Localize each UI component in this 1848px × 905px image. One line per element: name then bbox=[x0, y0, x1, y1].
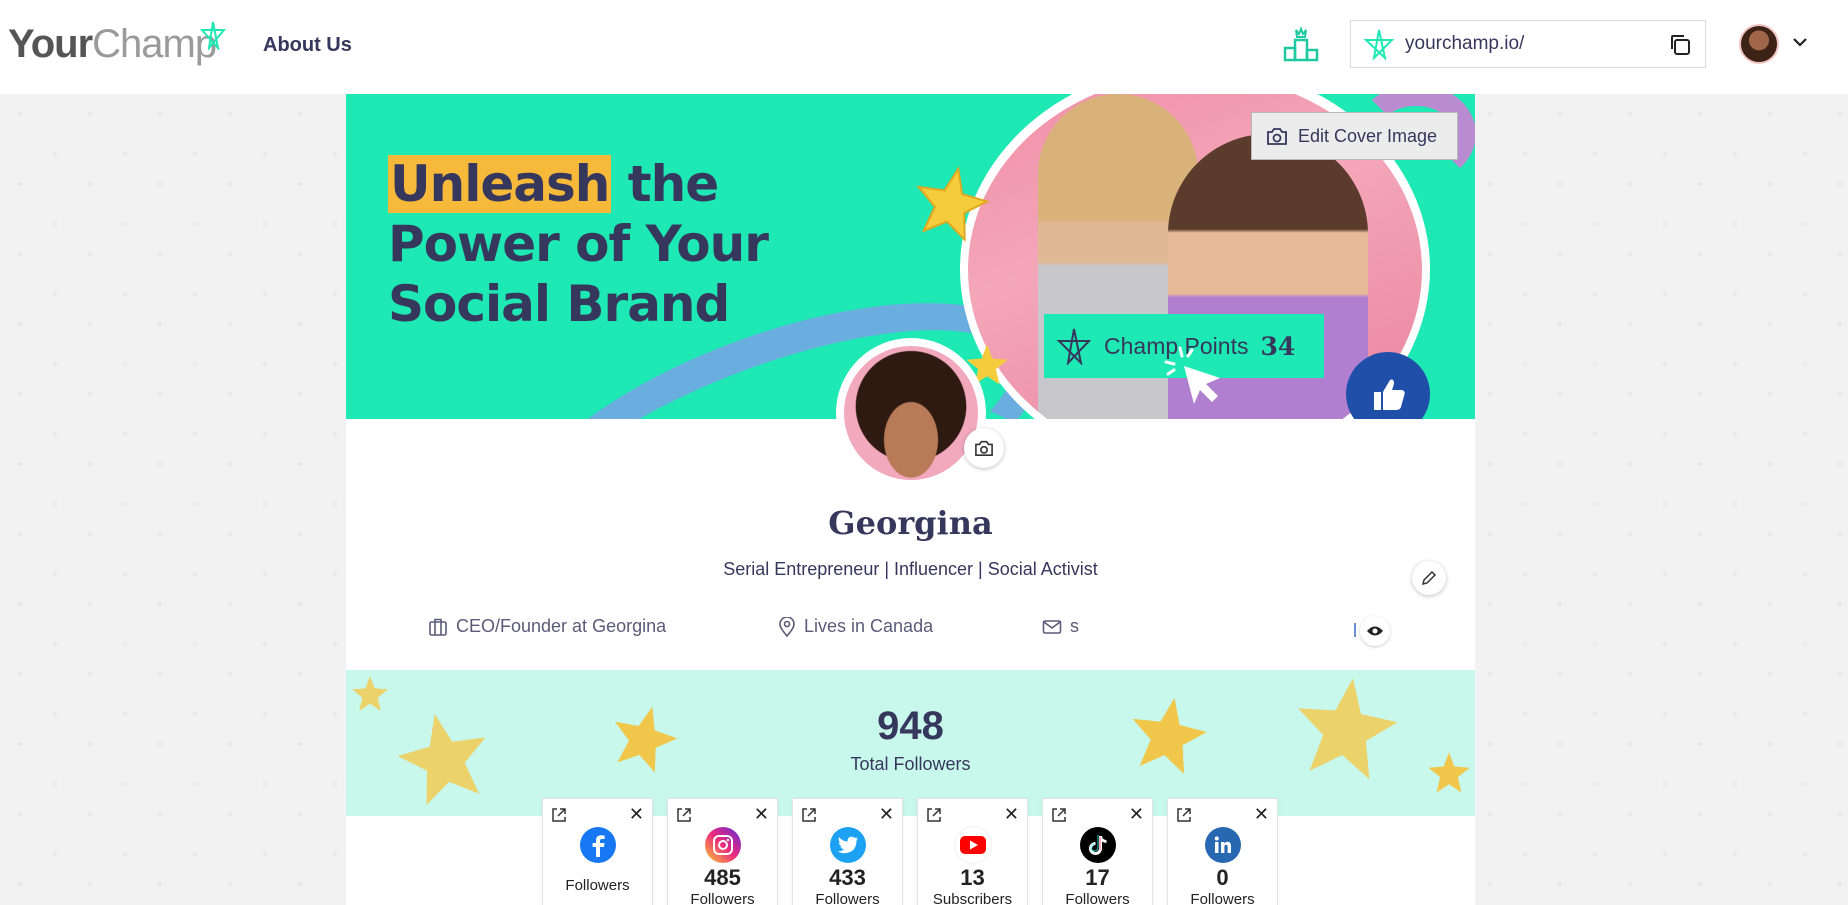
linkedin-label: Followers bbox=[1190, 891, 1255, 905]
tiktok-count: 17 bbox=[1085, 865, 1110, 890]
profile-location: Lives in Canada bbox=[778, 616, 933, 637]
champ-star-icon bbox=[1056, 328, 1092, 365]
user-avatar[interactable] bbox=[1739, 24, 1779, 64]
profile-email: s bbox=[1042, 616, 1079, 637]
open-external-icon[interactable] bbox=[926, 807, 942, 823]
edit-profile-pencil-icon[interactable] bbox=[1412, 561, 1446, 595]
youtube-label: Subscribers bbox=[932, 891, 1013, 905]
facebook-label: Followers bbox=[565, 877, 630, 894]
twitter-icon bbox=[830, 827, 866, 863]
total-followers-count: 948 bbox=[877, 704, 944, 748]
logo-star-icon bbox=[200, 21, 226, 50]
briefcase-icon bbox=[429, 618, 447, 636]
open-external-icon[interactable] bbox=[801, 807, 817, 823]
edit-cover-button[interactable]: Edit Cover Image bbox=[1251, 112, 1458, 160]
edit-cover-label: Edit Cover Image bbox=[1298, 125, 1438, 146]
yourchamp-logo[interactable]: YourChamp bbox=[8, 22, 217, 67]
profile-name: Georgina bbox=[828, 504, 993, 542]
remove-account-close-icon[interactable]: ✕ bbox=[629, 805, 644, 823]
copy-url-icon[interactable] bbox=[1667, 32, 1693, 58]
profile-url-box: yourchamp.io/ bbox=[1350, 20, 1706, 68]
profile-bio: Serial Entrepreneur | Influencer | Socia… bbox=[723, 559, 1098, 579]
logo-text-your: Your bbox=[8, 22, 93, 66]
chevron-down-icon[interactable] bbox=[1792, 36, 1808, 48]
location-text: Lives in Canada bbox=[804, 616, 934, 636]
total-followers-label: Total Followers bbox=[850, 754, 971, 774]
remove-account-close-icon[interactable]: ✕ bbox=[754, 805, 769, 823]
tiktok-icon bbox=[1080, 827, 1116, 863]
toggle-visibility-eye-icon[interactable] bbox=[1360, 616, 1390, 646]
open-external-icon[interactable] bbox=[551, 807, 567, 823]
social-card-tiktok: ✕ 17 Followers bbox=[1042, 798, 1153, 905]
social-card-facebook: ✕ Followers bbox=[542, 798, 653, 905]
location-pin-icon bbox=[779, 616, 795, 637]
social-card-instagram: ✕ 485 Followers bbox=[667, 798, 778, 905]
leaderboard-podium-icon[interactable] bbox=[1283, 26, 1319, 62]
open-external-icon[interactable] bbox=[676, 807, 692, 823]
remove-account-close-icon[interactable]: ✕ bbox=[1254, 805, 1269, 823]
profile-job: CEO/Founder at Georgina bbox=[428, 616, 666, 637]
job-text: CEO/Founder at Georgina bbox=[456, 616, 667, 636]
email-text: s bbox=[1070, 616, 1079, 636]
url-star-icon bbox=[1363, 29, 1395, 60]
open-external-icon[interactable] bbox=[1176, 807, 1192, 823]
instagram-count: 485 bbox=[704, 865, 741, 890]
profile-url-text: yourchamp.io/ bbox=[1405, 33, 1525, 54]
youtube-icon bbox=[955, 827, 991, 863]
open-external-icon[interactable] bbox=[1051, 807, 1067, 823]
mail-icon bbox=[1042, 619, 1062, 634]
headline-highlight: Unleash bbox=[388, 155, 612, 213]
instagram-label: Followers bbox=[690, 891, 755, 905]
change-avatar-camera-icon[interactable] bbox=[964, 428, 1004, 468]
social-card-linkedin: ✕ 0 Followers bbox=[1167, 798, 1278, 905]
email-visibility-divider bbox=[1354, 623, 1356, 637]
about-us-link[interactable]: About Us bbox=[263, 34, 352, 57]
top-navbar: YourChamp About Us yourchamp.io/ bbox=[0, 0, 1848, 94]
remove-account-close-icon[interactable]: ✕ bbox=[879, 805, 894, 823]
cursor-click-icon bbox=[1164, 346, 1220, 404]
headline-line-2: Power of Your bbox=[388, 215, 769, 273]
youtube-count: 13 bbox=[960, 865, 985, 890]
headline-rest: the bbox=[611, 155, 719, 213]
linkedin-count: 0 bbox=[1216, 865, 1229, 890]
facebook-icon bbox=[580, 827, 616, 863]
profile-avatar-frame bbox=[836, 338, 986, 488]
profile-avatar bbox=[844, 346, 978, 480]
remove-account-close-icon[interactable]: ✕ bbox=[1004, 805, 1019, 823]
twitter-label: Followers bbox=[815, 891, 880, 905]
headline-line-3: Social Brand bbox=[388, 275, 730, 333]
logo-text-champ: Champ bbox=[92, 22, 217, 66]
profile-card: Unleash the Power of Your Social Brand E… bbox=[346, 94, 1475, 905]
champ-points-value: 34 bbox=[1260, 331, 1296, 361]
star-decoration-icon bbox=[916, 165, 990, 242]
social-card-youtube: ✕ 13 Subscribers bbox=[917, 798, 1028, 905]
instagram-icon bbox=[705, 827, 741, 863]
tiktok-label: Followers bbox=[1065, 891, 1130, 905]
remove-account-close-icon[interactable]: ✕ bbox=[1129, 805, 1144, 823]
cover-headline: Unleash the Power of Your Social Brand bbox=[388, 154, 848, 334]
social-card-twitter: ✕ 433 Followers bbox=[792, 798, 903, 905]
linkedin-icon bbox=[1205, 827, 1241, 863]
twitter-count: 433 bbox=[829, 865, 866, 890]
camera-icon bbox=[1267, 128, 1287, 145]
